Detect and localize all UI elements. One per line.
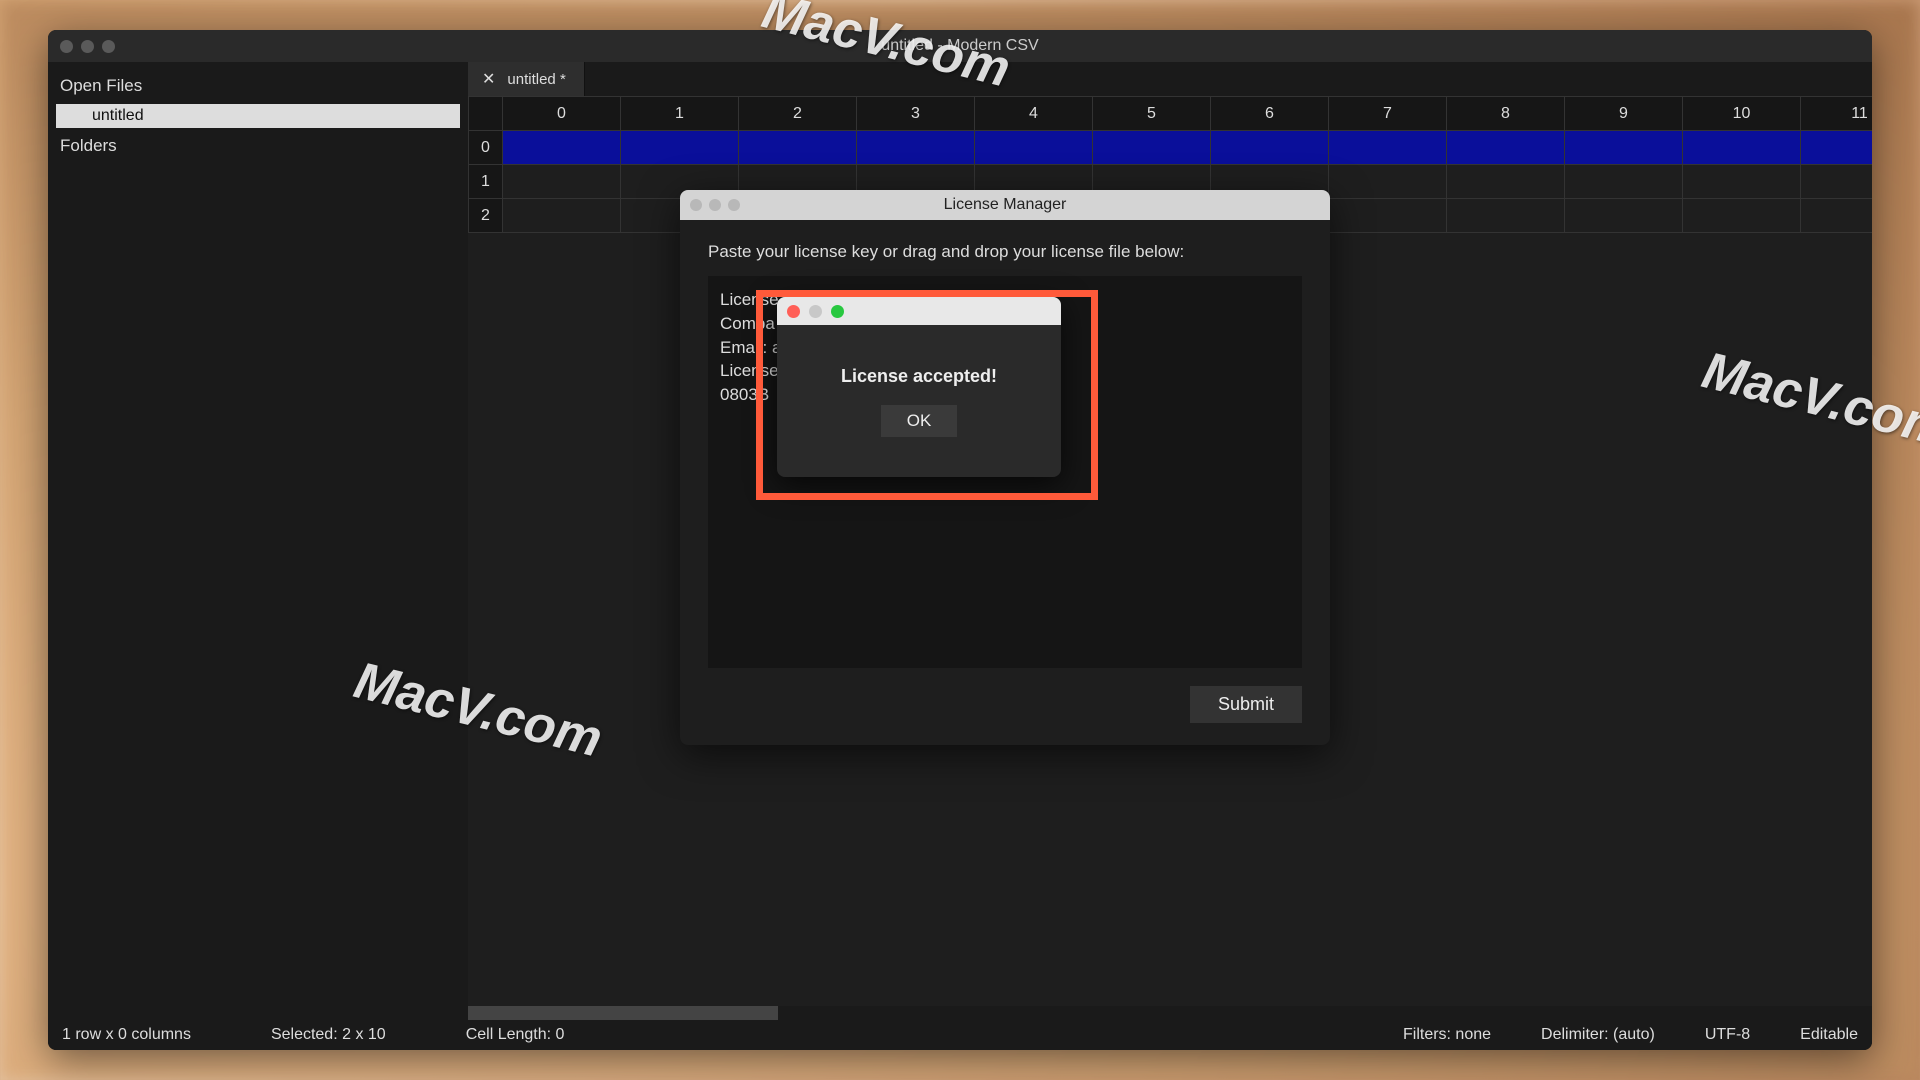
status-dims: 1 row x 0 columns (62, 1026, 191, 1044)
col-header-7[interactable]: 7 (1329, 97, 1447, 131)
sidebar-item-untitled[interactable]: untitled (56, 104, 460, 128)
status-selected: Selected: 2 x 10 (271, 1026, 386, 1044)
col-header-2[interactable]: 2 (739, 97, 857, 131)
grid-corner[interactable] (469, 97, 503, 131)
grid-cell[interactable] (1683, 165, 1801, 199)
grid-cell[interactable] (1565, 199, 1683, 233)
grid-cell[interactable] (503, 165, 621, 199)
status-editable[interactable]: Editable (1800, 1026, 1858, 1044)
ok-button[interactable]: OK (881, 405, 958, 437)
grid-cell[interactable] (1801, 199, 1873, 233)
row-header-2[interactable]: 2 (469, 199, 503, 233)
fullscreen-icon[interactable] (831, 305, 844, 318)
grid-cell[interactable] (975, 131, 1093, 165)
col-header-10[interactable]: 10 (1683, 97, 1801, 131)
col-header-1[interactable]: 1 (621, 97, 739, 131)
license-instruction: Paste your license key or drag and drop … (708, 242, 1302, 262)
submit-button[interactable]: Submit (1190, 686, 1302, 723)
license-titlebar: License Manager (680, 190, 1330, 220)
tab-close-icon[interactable]: ✕ (482, 69, 495, 89)
minimize-icon[interactable] (81, 40, 94, 53)
titlebar: untitled - Modern CSV (48, 30, 1872, 62)
minimize-icon[interactable] (709, 199, 721, 211)
row-header-0[interactable]: 0 (469, 131, 503, 165)
status-delimiter[interactable]: Delimiter: (auto) (1541, 1026, 1655, 1044)
col-header-3[interactable]: 3 (857, 97, 975, 131)
status-encoding[interactable]: UTF-8 (1705, 1026, 1750, 1044)
grid-cell[interactable] (1447, 199, 1565, 233)
close-icon[interactable] (60, 40, 73, 53)
tab-untitled[interactable]: ✕ untitled * (468, 62, 585, 96)
grid-cell[interactable] (1683, 131, 1801, 165)
tab-bar: ✕ untitled * (468, 62, 1872, 96)
grid-cell[interactable] (503, 131, 621, 165)
grid-cell[interactable] (1683, 199, 1801, 233)
fullscreen-icon[interactable] (102, 40, 115, 53)
grid-cell[interactable] (503, 199, 621, 233)
grid-cell[interactable] (1447, 165, 1565, 199)
close-icon[interactable] (690, 199, 702, 211)
col-header-5[interactable]: 5 (1093, 97, 1211, 131)
sidebar: Open Files untitled Folders (48, 62, 468, 1020)
col-header-9[interactable]: 9 (1565, 97, 1683, 131)
license-title: License Manager (944, 196, 1067, 214)
status-filters[interactable]: Filters: none (1403, 1026, 1491, 1044)
grid-cell[interactable] (857, 131, 975, 165)
grid-cell[interactable] (1211, 131, 1329, 165)
license-accepted-alert: License accepted! OK (777, 297, 1061, 477)
sidebar-folders-heading: Folders (48, 130, 468, 162)
col-header-4[interactable]: 4 (975, 97, 1093, 131)
fullscreen-icon[interactable] (728, 199, 740, 211)
col-header-0[interactable]: 0 (503, 97, 621, 131)
col-header-11[interactable]: 11 (1801, 97, 1873, 131)
sidebar-open-files-heading: Open Files (48, 70, 468, 102)
traffic-lights (60, 40, 115, 53)
grid-cell[interactable] (1801, 165, 1873, 199)
grid-cell[interactable] (1329, 131, 1447, 165)
alert-message: License accepted! (841, 366, 997, 387)
col-header-6[interactable]: 6 (1211, 97, 1329, 131)
scrollbar-thumb[interactable] (468, 1006, 778, 1020)
minimize-icon[interactable] (809, 305, 822, 318)
tab-label: untitled * (507, 71, 565, 88)
grid-cell[interactable] (1329, 199, 1447, 233)
row-header-1[interactable]: 1 (469, 165, 503, 199)
grid-cell[interactable] (1447, 131, 1565, 165)
grid-cell[interactable] (1801, 131, 1873, 165)
window-title: untitled - Modern CSV (881, 37, 1038, 55)
grid-cell[interactable] (1565, 165, 1683, 199)
status-bar: 1 row x 0 columns Selected: 2 x 10 Cell … (48, 1020, 1872, 1050)
grid-cell[interactable] (1329, 165, 1447, 199)
grid-cell[interactable] (739, 131, 857, 165)
col-header-8[interactable]: 8 (1447, 97, 1565, 131)
status-cell-length: Cell Length: 0 (466, 1026, 565, 1044)
grid-cell[interactable] (621, 131, 739, 165)
grid-cell[interactable] (1093, 131, 1211, 165)
close-icon[interactable] (787, 305, 800, 318)
grid-cell[interactable] (1565, 131, 1683, 165)
horizontal-scrollbar[interactable] (468, 1006, 1872, 1020)
alert-titlebar (777, 297, 1061, 325)
